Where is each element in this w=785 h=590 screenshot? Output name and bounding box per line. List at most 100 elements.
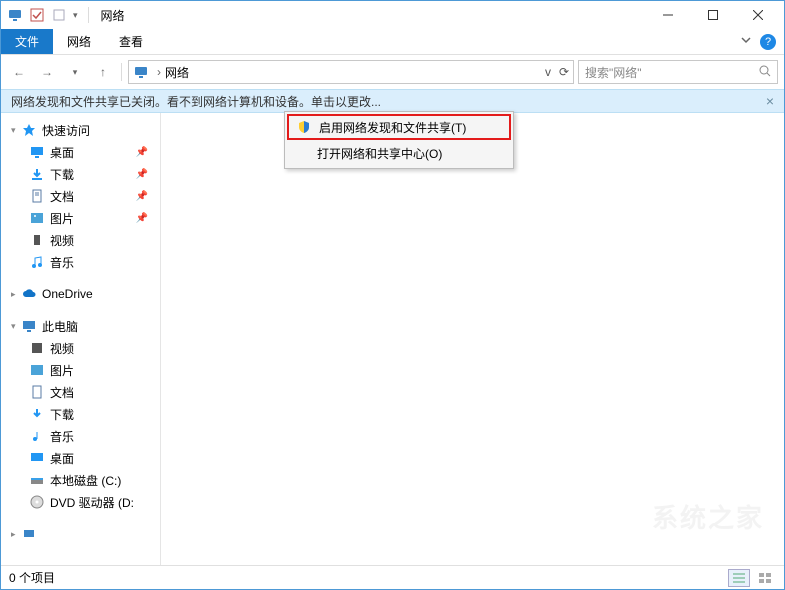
tree-item-dvd-drive[interactable]: DVD 驱动器 (D:: [1, 491, 160, 513]
document-icon: [29, 188, 45, 204]
large-icons-view-button[interactable]: [754, 569, 776, 587]
quick-access-toolbar: ▾: [5, 7, 93, 23]
tree-label: 音乐: [50, 254, 74, 271]
tree-item-documents[interactable]: 文档 📌: [1, 185, 160, 207]
tree-item-videos[interactable]: 视频: [1, 229, 160, 251]
tree-item-desktop[interactable]: 桌面: [1, 447, 160, 469]
disc-icon: [29, 494, 45, 510]
file-tab[interactable]: 文件: [1, 29, 53, 54]
tab-view[interactable]: 查看: [105, 29, 157, 54]
back-button[interactable]: ←: [7, 60, 31, 84]
navigation-pane[interactable]: ▾ 快速访问 桌面📌 下载📌 文档📌 图片📌 视频 音乐 ▸ OneDrive …: [1, 113, 161, 565]
tree-this-pc[interactable]: ▾ 此电脑: [1, 315, 160, 337]
picture-icon: [29, 362, 45, 378]
qat-checkbox-icon[interactable]: [29, 7, 45, 23]
tree-item-downloads[interactable]: 下载: [1, 403, 160, 425]
star-icon: [21, 122, 37, 138]
music-icon: [29, 428, 45, 444]
forward-button[interactable]: →: [35, 60, 59, 84]
tree-label: 音乐: [50, 428, 74, 445]
tab-network[interactable]: 网络: [53, 29, 105, 54]
network-icon: [133, 64, 149, 80]
tree-label: 图片: [50, 210, 74, 227]
address-dropdown-icon[interactable]: v: [545, 65, 551, 79]
film-icon: [29, 340, 45, 356]
up-button[interactable]: ↑: [91, 60, 115, 84]
menu-item-label: 启用网络发现和文件共享(T): [319, 119, 466, 136]
window-controls: [645, 1, 780, 29]
search-icon[interactable]: [759, 65, 771, 80]
music-icon: [29, 254, 45, 270]
drive-icon: [29, 472, 45, 488]
monitor-icon: [29, 450, 45, 466]
breadcrumb-separator[interactable]: ›: [157, 65, 161, 79]
explorer-body: ▾ 快速访问 桌面📌 下载📌 文档📌 图片📌 视频 音乐 ▸ OneDrive …: [1, 113, 784, 565]
content-area[interactable]: 系统之家: [161, 113, 784, 565]
breadcrumb-location[interactable]: 网络: [165, 64, 189, 81]
expand-icon[interactable]: ▾: [11, 125, 21, 136]
status-text: 0 个项目: [9, 569, 55, 586]
tree-label: 文档: [50, 384, 74, 401]
tree-label: 视频: [50, 340, 74, 357]
tree-item-pictures[interactable]: 图片 📌: [1, 207, 160, 229]
minimize-button[interactable]: [645, 1, 690, 29]
title-bar: ▾ 网络: [1, 1, 784, 29]
address-bar-row: ← → ▾ ↑ › 网络 v ⟳ 搜索"网络": [1, 55, 784, 89]
shield-icon: [295, 120, 313, 134]
pin-icon: 📌: [136, 147, 148, 158]
status-bar: 0 个项目: [1, 565, 784, 589]
notification-bar[interactable]: 网络发现和文件共享已关闭。看不到网络计算机和设备。单击以更改... ×: [1, 89, 784, 113]
tree-item-documents[interactable]: 文档: [1, 381, 160, 403]
address-bar[interactable]: › 网络 v ⟳: [128, 60, 574, 84]
tree-quick-access[interactable]: ▾ 快速访问: [1, 119, 160, 141]
window-title: 网络: [101, 7, 125, 24]
refresh-button[interactable]: ⟳: [559, 65, 569, 79]
expand-icon[interactable]: ▸: [11, 289, 21, 300]
pin-icon: 📌: [136, 191, 148, 202]
cloud-icon: [21, 286, 37, 302]
divider: [88, 7, 89, 23]
tree-label: DVD 驱动器 (D:: [50, 494, 134, 511]
tree-network-truncated[interactable]: ▸: [1, 523, 160, 545]
tree-item-music[interactable]: 音乐: [1, 251, 160, 273]
tree-label: 桌面: [50, 144, 74, 161]
notification-close-button[interactable]: ×: [766, 93, 774, 109]
maximize-button[interactable]: [690, 1, 735, 29]
divider: [121, 63, 122, 81]
qat-properties-icon[interactable]: [51, 7, 67, 23]
close-button[interactable]: [735, 1, 780, 29]
menu-item-open-sharing-center[interactable]: 打开网络和共享中心(O): [287, 140, 511, 166]
details-view-button[interactable]: [728, 569, 750, 587]
pin-icon: 📌: [136, 213, 148, 224]
tree-label: 下载: [50, 406, 74, 423]
tree-label: 此电脑: [42, 318, 78, 335]
tree-label: 桌面: [50, 450, 74, 467]
menu-item-label: 打开网络和共享中心(O): [317, 145, 442, 162]
recent-locations-button[interactable]: ▾: [63, 60, 87, 84]
search-box[interactable]: 搜索"网络": [578, 60, 778, 84]
menu-item-enable-discovery[interactable]: 启用网络发现和文件共享(T): [287, 114, 511, 140]
tree-label: 快速访问: [42, 122, 90, 139]
pc-icon: [21, 318, 37, 334]
tree-item-music[interactable]: 音乐: [1, 425, 160, 447]
qat-dropdown-icon[interactable]: ▾: [73, 10, 78, 21]
tree-item-local-disk-c[interactable]: 本地磁盘 (C:): [1, 469, 160, 491]
picture-icon: [29, 210, 45, 226]
film-icon: [29, 232, 45, 248]
notification-text: 网络发现和文件共享已关闭。看不到网络计算机和设备。单击以更改...: [11, 93, 381, 110]
tree-item-pictures[interactable]: 图片: [1, 359, 160, 381]
tree-item-downloads[interactable]: 下载📌: [1, 163, 160, 185]
help-icon[interactable]: ?: [760, 34, 776, 50]
expand-icon[interactable]: ▸: [11, 529, 21, 540]
ribbon: 文件 网络 查看 ?: [1, 29, 784, 55]
network-icon: [21, 526, 37, 542]
network-icon: [7, 7, 23, 23]
ribbon-expand-icon[interactable]: [740, 34, 752, 49]
tree-label: 文档: [50, 188, 74, 205]
tree-item-videos[interactable]: 视频: [1, 337, 160, 359]
context-menu: 启用网络发现和文件共享(T) 打开网络和共享中心(O): [284, 111, 514, 169]
tree-item-desktop[interactable]: 桌面 📌: [1, 141, 160, 163]
watermark: 系统之家: [652, 498, 764, 535]
tree-onedrive[interactable]: ▸ OneDrive: [1, 283, 160, 305]
expand-icon[interactable]: ▾: [11, 321, 21, 332]
